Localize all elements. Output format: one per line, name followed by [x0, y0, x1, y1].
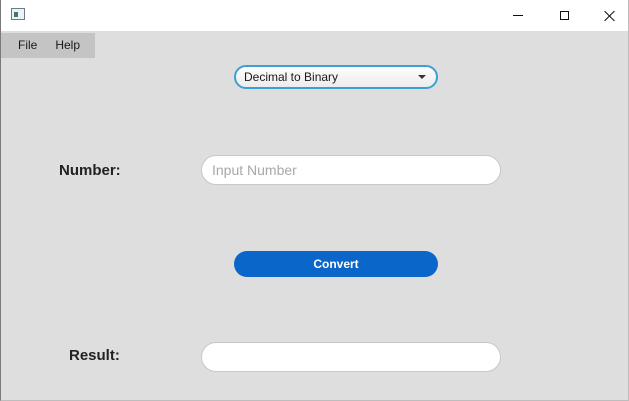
chevron-down-icon: [418, 75, 426, 79]
maximize-icon: [559, 11, 569, 20]
conversion-mode-dropdown[interactable]: Decimal to Binary: [234, 65, 438, 89]
result-field[interactable]: [201, 342, 501, 372]
number-label: Number:: [59, 162, 121, 179]
minimize-button[interactable]: [495, 0, 541, 31]
maximize-button[interactable]: [541, 0, 587, 31]
title-bar: [1, 0, 628, 31]
result-label: Result:: [69, 347, 120, 364]
number-input[interactable]: [201, 155, 501, 185]
menu-file[interactable]: File: [1, 33, 47, 58]
close-icon: [604, 10, 616, 22]
minimize-icon: [513, 15, 523, 16]
menu-bar: File Help: [1, 33, 95, 58]
menu-help[interactable]: Help: [47, 33, 88, 58]
convert-button[interactable]: Convert: [234, 251, 438, 277]
app-window: File Help Decimal to Binary Number: Conv…: [0, 0, 629, 401]
conversion-mode-value: Decimal to Binary: [244, 70, 339, 84]
app-window-icon: [11, 8, 25, 20]
close-button[interactable]: [587, 0, 629, 31]
